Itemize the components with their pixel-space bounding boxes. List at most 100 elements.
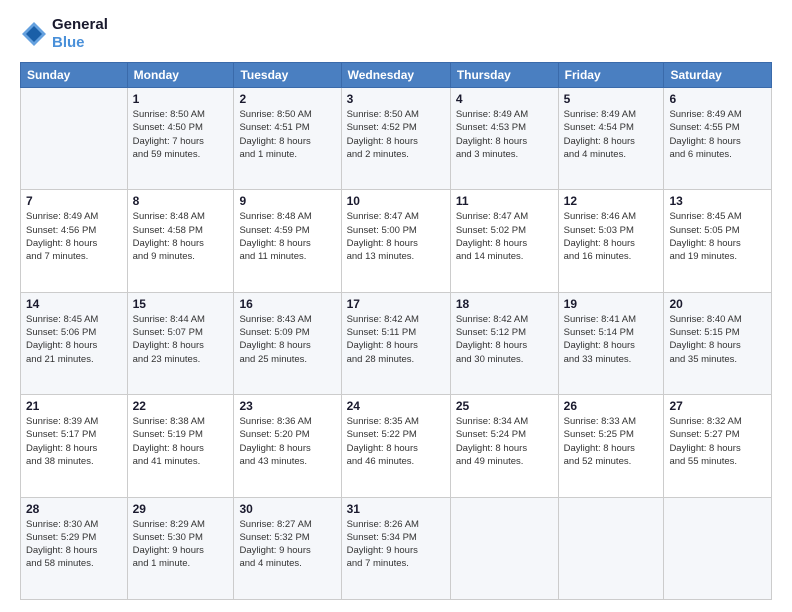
calendar-cell: 30 Sunrise: 8:27 AM Sunset: 5:32 PM Dayli… <box>234 497 341 599</box>
logo: General Blue <box>20 16 108 52</box>
calendar-cell: 16 Sunrise: 8:43 AM Sunset: 5:09 PM Dayli… <box>234 292 341 394</box>
day-number: 29 <box>133 502 229 516</box>
day-number: 25 <box>456 399 553 413</box>
day-number: 2 <box>239 92 335 106</box>
day-info: Sunrise: 8:50 AM Sunset: 4:52 PM Dayligh… <box>347 108 445 161</box>
calendar-cell: 15Sunrise: 8:44 AM Sunset: 5:07 PM Dayli… <box>127 292 234 394</box>
day-number: 31 <box>347 502 445 516</box>
day-number: 18 <box>456 297 553 311</box>
header-day-sunday: Sunday <box>21 63 128 88</box>
day-info: Sunrise: 8:43 AM Sunset: 5:09 PM Dayligh… <box>239 313 335 366</box>
day-number: 30 <box>239 502 335 516</box>
day-info: Sunrise: 8:49 AM Sunset: 4:54 PM Dayligh… <box>564 108 659 161</box>
calendar-cell: 2Sunrise: 8:50 AM Sunset: 4:51 PM Daylig… <box>234 88 341 190</box>
day-info: Sunrise: 8:45 AM Sunset: 5:05 PM Dayligh… <box>669 210 766 263</box>
day-number: 19 <box>564 297 659 311</box>
day-number: 27 <box>669 399 766 413</box>
calendar-cell <box>664 497 772 599</box>
day-number: 9 <box>239 194 335 208</box>
day-number: 14 <box>26 297 122 311</box>
day-number: 16 <box>239 297 335 311</box>
day-number: 21 <box>26 399 122 413</box>
header-day-wednesday: Wednesday <box>341 63 450 88</box>
day-info: Sunrise: 8:49 AM Sunset: 4:55 PM Dayligh… <box>669 108 766 161</box>
day-number: 12 <box>564 194 659 208</box>
calendar-cell: 14 Sunrise: 8:45 AM Sunset: 5:06 PM Dayli… <box>21 292 128 394</box>
calendar-cell: 13Sunrise: 8:45 AM Sunset: 5:05 PM Dayli… <box>664 190 772 292</box>
day-info: Sunrise: 8:42 AM Sunset: 5:11 PM Dayligh… <box>347 313 445 366</box>
calendar-cell: 21 Sunrise: 8:39 AM Sunset: 5:17 PM Dayli… <box>21 395 128 497</box>
calendar-cell: 10Sunrise: 8:47 AM Sunset: 5:00 PM Dayli… <box>341 190 450 292</box>
day-info: Sunrise: 8:30 AM Sunset: 5:29 PM Dayligh… <box>26 518 122 571</box>
day-info: Sunrise: 8:34 AM Sunset: 5:24 PM Dayligh… <box>456 415 553 468</box>
calendar-cell: 1 Sunrise: 8:50 AM Sunset: 4:50 PM Daylig… <box>127 88 234 190</box>
day-info: Sunrise: 8:39 AM Sunset: 5:17 PM Dayligh… <box>26 415 122 468</box>
day-number: 7 <box>26 194 122 208</box>
calendar-cell: 28 Sunrise: 8:30 AM Sunset: 5:29 PM Dayli… <box>21 497 128 599</box>
calendar-cell: 19 Sunrise: 8:41 AM Sunset: 5:14 PM Dayli… <box>558 292 664 394</box>
day-info: Sunrise: 8:49 AM Sunset: 4:53 PM Dayligh… <box>456 108 553 161</box>
header-day-tuesday: Tuesday <box>234 63 341 88</box>
calendar-week-4: 21 Sunrise: 8:39 AM Sunset: 5:17 PM Dayli… <box>21 395 772 497</box>
day-number: 8 <box>133 194 229 208</box>
calendar-cell: 23 Sunrise: 8:36 AM Sunset: 5:20 PM Dayli… <box>234 395 341 497</box>
day-info: Sunrise: 8:40 AM Sunset: 5:15 PM Dayligh… <box>669 313 766 366</box>
calendar-cell: 20 Sunrise: 8:40 AM Sunset: 5:15 PM Dayli… <box>664 292 772 394</box>
calendar-week-5: 28 Sunrise: 8:30 AM Sunset: 5:29 PM Dayli… <box>21 497 772 599</box>
calendar-cell: 4 Sunrise: 8:49 AM Sunset: 4:53 PM Daylig… <box>450 88 558 190</box>
calendar-cell: 24Sunrise: 8:35 AM Sunset: 5:22 PM Dayli… <box>341 395 450 497</box>
logo-icon <box>20 20 48 48</box>
day-number: 23 <box>239 399 335 413</box>
day-number: 4 <box>456 92 553 106</box>
day-number: 6 <box>669 92 766 106</box>
day-number: 22 <box>133 399 229 413</box>
day-info: Sunrise: 8:48 AM Sunset: 4:59 PM Dayligh… <box>239 210 335 263</box>
day-info: Sunrise: 8:46 AM Sunset: 5:03 PM Dayligh… <box>564 210 659 263</box>
day-info: Sunrise: 8:48 AM Sunset: 4:58 PM Dayligh… <box>133 210 229 263</box>
day-info: Sunrise: 8:44 AM Sunset: 5:07 PM Dayligh… <box>133 313 229 366</box>
calendar-header: SundayMondayTuesdayWednesdayThursdayFrid… <box>21 63 772 88</box>
calendar-cell: 11 Sunrise: 8:47 AM Sunset: 5:02 PM Dayli… <box>450 190 558 292</box>
calendar-week-1: 1 Sunrise: 8:50 AM Sunset: 4:50 PM Daylig… <box>21 88 772 190</box>
calendar-week-2: 7 Sunrise: 8:49 AM Sunset: 4:56 PM Daylig… <box>21 190 772 292</box>
calendar-cell: 29 Sunrise: 8:29 AM Sunset: 5:30 PM Dayli… <box>127 497 234 599</box>
day-info: Sunrise: 8:50 AM Sunset: 4:50 PM Dayligh… <box>133 108 229 161</box>
day-number: 5 <box>564 92 659 106</box>
day-info: Sunrise: 8:45 AM Sunset: 5:06 PM Dayligh… <box>26 313 122 366</box>
day-info: Sunrise: 8:47 AM Sunset: 5:00 PM Dayligh… <box>347 210 445 263</box>
calendar-cell: 3Sunrise: 8:50 AM Sunset: 4:52 PM Daylig… <box>341 88 450 190</box>
day-info: Sunrise: 8:38 AM Sunset: 5:19 PM Dayligh… <box>133 415 229 468</box>
calendar-cell: 9 Sunrise: 8:48 AM Sunset: 4:59 PM Daylig… <box>234 190 341 292</box>
day-info: Sunrise: 8:26 AM Sunset: 5:34 PM Dayligh… <box>347 518 445 571</box>
page: General Blue SundayMondayTuesdayWednesda… <box>0 0 792 612</box>
header-row: SundayMondayTuesdayWednesdayThursdayFrid… <box>21 63 772 88</box>
day-number: 11 <box>456 194 553 208</box>
day-info: Sunrise: 8:49 AM Sunset: 4:56 PM Dayligh… <box>26 210 122 263</box>
header-day-monday: Monday <box>127 63 234 88</box>
calendar-cell: 12 Sunrise: 8:46 AM Sunset: 5:03 PM Dayli… <box>558 190 664 292</box>
calendar-cell: 31 Sunrise: 8:26 AM Sunset: 5:34 PM Dayli… <box>341 497 450 599</box>
calendar-cell: 7 Sunrise: 8:49 AM Sunset: 4:56 PM Daylig… <box>21 190 128 292</box>
calendar-cell <box>21 88 128 190</box>
day-info: Sunrise: 8:36 AM Sunset: 5:20 PM Dayligh… <box>239 415 335 468</box>
calendar-cell <box>450 497 558 599</box>
day-info: Sunrise: 8:47 AM Sunset: 5:02 PM Dayligh… <box>456 210 553 263</box>
calendar-cell: 27Sunrise: 8:32 AM Sunset: 5:27 PM Dayli… <box>664 395 772 497</box>
day-number: 20 <box>669 297 766 311</box>
logo-text: General Blue <box>52 16 108 52</box>
calendar-week-3: 14 Sunrise: 8:45 AM Sunset: 5:06 PM Dayli… <box>21 292 772 394</box>
calendar-body: 1 Sunrise: 8:50 AM Sunset: 4:50 PM Daylig… <box>21 88 772 600</box>
header-day-thursday: Thursday <box>450 63 558 88</box>
calendar-cell: 18 Sunrise: 8:42 AM Sunset: 5:12 PM Dayli… <box>450 292 558 394</box>
day-number: 28 <box>26 502 122 516</box>
header-day-saturday: Saturday <box>664 63 772 88</box>
day-number: 24 <box>347 399 445 413</box>
day-info: Sunrise: 8:27 AM Sunset: 5:32 PM Dayligh… <box>239 518 335 571</box>
calendar-cell <box>558 497 664 599</box>
day-info: Sunrise: 8:42 AM Sunset: 5:12 PM Dayligh… <box>456 313 553 366</box>
day-info: Sunrise: 8:29 AM Sunset: 5:30 PM Dayligh… <box>133 518 229 571</box>
day-number: 1 <box>133 92 229 106</box>
day-info: Sunrise: 8:41 AM Sunset: 5:14 PM Dayligh… <box>564 313 659 366</box>
day-info: Sunrise: 8:33 AM Sunset: 5:25 PM Dayligh… <box>564 415 659 468</box>
calendar-cell: 25 Sunrise: 8:34 AM Sunset: 5:24 PM Dayli… <box>450 395 558 497</box>
